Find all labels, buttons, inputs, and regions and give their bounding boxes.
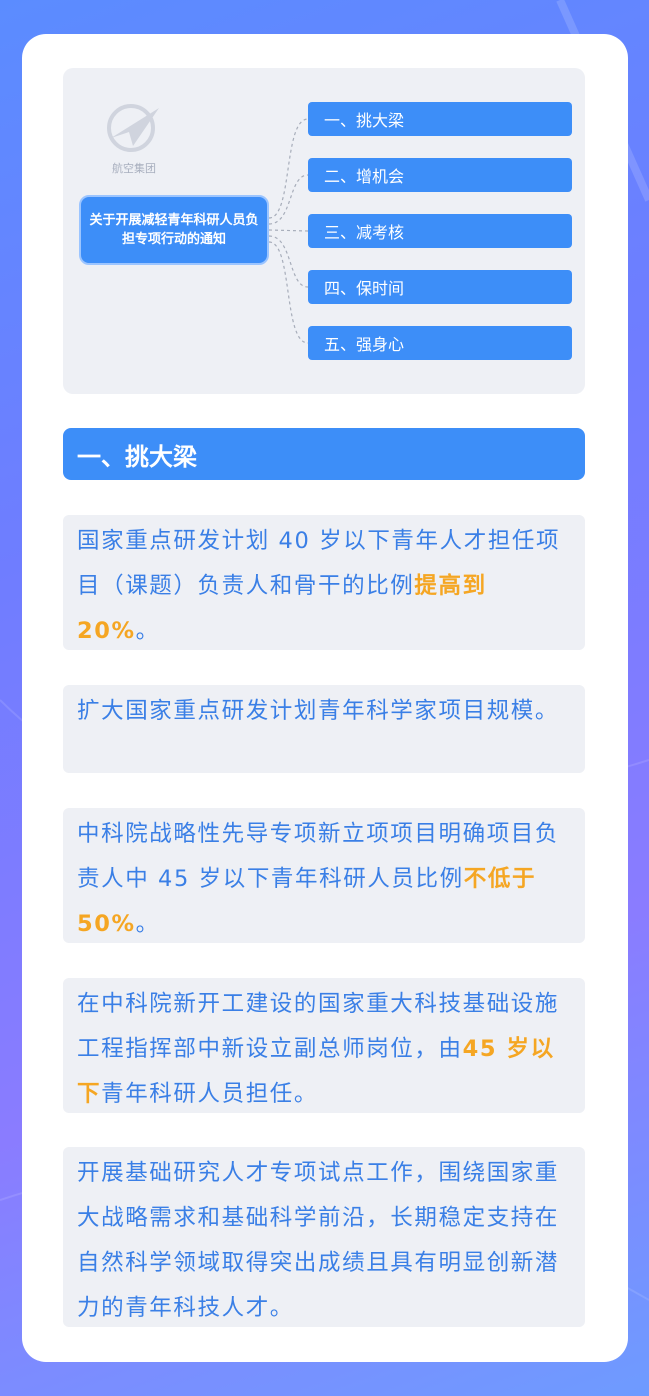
paragraph-2-text: 扩大国家重点研发计划青年科学家项目规模。 <box>77 698 560 724</box>
paragraph-1: 国家重点研发计划 40 岁以下青年人才担任项目（课题）负责人和骨干的比例提高到 … <box>63 515 585 650</box>
paragraph-1-text: 国家重点研发计划 40 岁以下青年人才担任项目（课题）负责人和骨干的比例 <box>77 528 561 599</box>
content-card: 航空集团 关于开展减轻青年科研人员负担专项行动的通知 一、挑大梁 二、增机会 三… <box>22 34 628 1362</box>
logo-text: 航空集团 <box>112 162 156 175</box>
paragraph-4-end: 青年科研人员担任。 <box>101 1081 319 1107</box>
branch-3: 三、减考核 <box>308 214 572 248</box>
mind-map-center-node: 关于开展减轻青年科研人员负担专项行动的通知 <box>79 195 269 265</box>
mind-map: 航空集团 关于开展减轻青年科研人员负担专项行动的通知 一、挑大梁 二、增机会 三… <box>63 68 585 394</box>
paragraph-4: 在中科院新开工建设的国家重大科技基础设施工程指挥部中新设立副总师岗位，由45 岁… <box>63 978 585 1113</box>
branch-4: 四、保时间 <box>308 270 572 304</box>
paragraph-1-end: 。 <box>135 618 160 644</box>
section-title: 一、挑大梁 <box>63 428 585 480</box>
paragraph-5: 开展基础研究人才专项试点工作，围绕国家重大战略需求和基础科学前沿，长期稳定支持在… <box>63 1147 585 1327</box>
paragraph-3: 中科院战略性先导专项新立项项目明确项目负责人中 45 岁以下青年科研人员比例不低… <box>63 808 585 943</box>
branch-1: 一、挑大梁 <box>308 102 572 136</box>
paragraph-2: 扩大国家重点研发计划青年科学家项目规模。 <box>63 685 585 773</box>
paragraph-5-text: 开展基础研究人才专项试点工作，围绕国家重大战略需求和基础科学前沿，长期稳定支持在… <box>77 1160 560 1321</box>
branch-2: 二、增机会 <box>308 158 572 192</box>
company-logo <box>107 104 159 152</box>
paragraph-3-end: 。 <box>135 911 160 937</box>
branch-5: 五、强身心 <box>308 326 572 360</box>
